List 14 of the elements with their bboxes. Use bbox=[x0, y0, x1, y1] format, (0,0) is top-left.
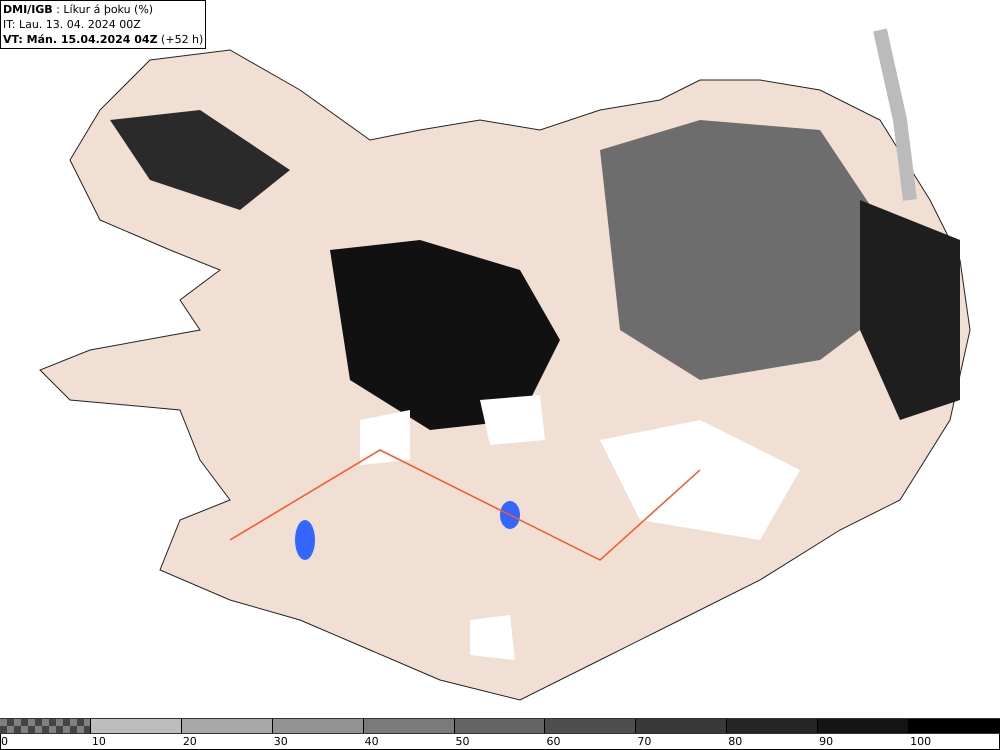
header-text: VT: Mán. 15.04.2024 04Z (+52 h) bbox=[3, 32, 204, 47]
legend-label: 70 bbox=[637, 734, 652, 749]
legend-label: 60 bbox=[546, 734, 560, 749]
legend-label: 100 bbox=[910, 734, 932, 749]
legend-label: 90 bbox=[819, 734, 834, 749]
legend-label: 0 bbox=[1, 734, 8, 749]
header-text: DMI/IGB : Líkur á þoku (%) bbox=[3, 2, 154, 17]
legend-label: 30 bbox=[274, 734, 288, 749]
legend-label: 40 bbox=[364, 734, 379, 749]
legend-label: 50 bbox=[456, 734, 470, 749]
header-text: IT: Lau. 13. 04. 2024 00Z bbox=[3, 17, 142, 32]
legend-label: 20 bbox=[182, 734, 197, 749]
legend-label: 80 bbox=[728, 734, 742, 749]
legend-label: 10 bbox=[92, 734, 106, 749]
